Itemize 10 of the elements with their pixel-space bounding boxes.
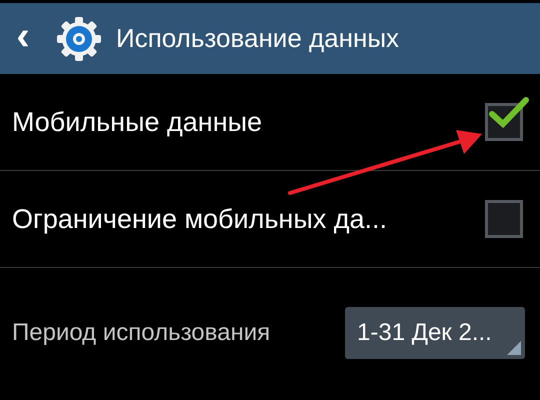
screen-title: Использование данных <box>116 22 400 55</box>
back-button[interactable]: ‹ <box>12 16 34 56</box>
setting-label: Ограничение мобильных да... <box>12 202 388 236</box>
setting-label: Мобильные данные <box>12 106 262 139</box>
period-dropdown[interactable]: 1-31 Дек 2... <box>345 307 525 359</box>
period-label: Период использования <box>12 318 270 348</box>
gear-icon <box>56 16 102 62</box>
corner-triangle-icon <box>507 341 521 355</box>
checkbox[interactable] <box>485 200 523 238</box>
check-icon <box>489 96 529 130</box>
